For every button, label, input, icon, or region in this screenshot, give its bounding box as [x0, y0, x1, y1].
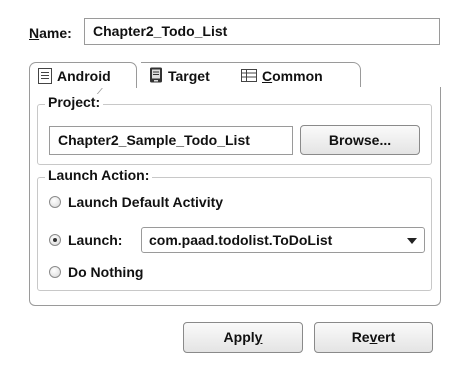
- activity-select-value: com.paad.todolist.ToDoList: [149, 232, 333, 248]
- apply-mnemonic: y: [254, 329, 263, 345]
- launch-action-group-title: Launch Action:: [45, 167, 153, 183]
- name-label: Name:: [29, 25, 72, 41]
- name-input[interactable]: Chapter2_Todo_List: [84, 18, 440, 45]
- launch-default-activity-radio[interactable]: [49, 196, 61, 208]
- name-label-mnemonic: N: [29, 25, 40, 41]
- browse-button[interactable]: Browse...: [300, 125, 420, 155]
- common-table-icon: [241, 69, 257, 82]
- launch-activity-option[interactable]: Launch:: [49, 232, 122, 248]
- revert-label-pre: Re: [351, 329, 370, 345]
- do-nothing-label: Do Nothing: [68, 264, 144, 280]
- activity-select[interactable]: com.paad.todolist.ToDoList: [141, 227, 425, 253]
- name-label-rest: ame:: [39, 25, 72, 41]
- do-nothing-radio[interactable]: [49, 266, 61, 278]
- tab-android[interactable]: Android: [29, 62, 137, 88]
- project-group-title: Project:: [45, 94, 104, 110]
- tab-common[interactable]: Common: [233, 62, 361, 88]
- revert-label-post: ert: [377, 329, 396, 345]
- project-input[interactable]: Chapter2_Sample_Todo_List: [49, 126, 293, 155]
- launch-default-activity-option[interactable]: Launch Default Activity: [49, 194, 223, 210]
- launch-activity-label: Launch:: [68, 232, 123, 248]
- launch-configuration-dialog: Name: Chapter2_Todo_List Android Target: [0, 0, 458, 371]
- launch-activity-radio[interactable]: [49, 234, 61, 246]
- tab-target-label: Target: [168, 67, 210, 84]
- tab-common-label: Common: [262, 64, 323, 88]
- dropdown-arrow-icon: [407, 238, 417, 244]
- launch-default-activity-label: Launch Default Activity: [68, 194, 224, 210]
- apply-label-pre: Appl: [223, 329, 255, 345]
- tab-common-rest: ommon: [272, 67, 323, 84]
- tab-common-mnemonic: C: [262, 67, 273, 84]
- do-nothing-option[interactable]: Do Nothing: [49, 264, 143, 280]
- tab-target[interactable]: Target: [141, 62, 233, 88]
- tab-android-label: Android: [57, 67, 111, 84]
- revert-button[interactable]: Revert: [314, 322, 433, 353]
- target-device-icon: [150, 67, 162, 83]
- apply-button[interactable]: Apply: [183, 322, 303, 353]
- android-document-icon: [38, 67, 52, 84]
